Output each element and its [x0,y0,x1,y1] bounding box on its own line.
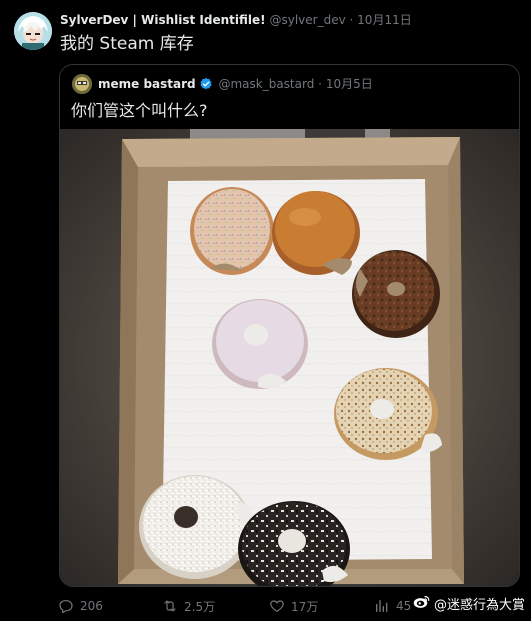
quoted-tweet-image[interactable] [60,129,519,586]
donut-sprinkle [190,187,274,275]
repost-count: 2.5万 [184,599,216,614]
reply-icon [58,598,74,614]
like-button[interactable]: 17万 [269,596,318,616]
verified-badge-icon [199,77,213,97]
quoted-author-handle[interactable]: @mask_bastard [218,77,314,91]
views-count: 45 [396,599,412,613]
reply-count: 206 [80,599,103,613]
repost-button[interactable]: 2.5万 [162,596,215,616]
author-avatar-image [14,12,52,50]
like-count: 17万 [291,599,319,614]
author-name[interactable]: SylverDev | Wishlist Identifile! [60,13,266,27]
tweet-text: 我的 Steam 库存 [60,34,194,54]
weibo-icon [413,594,431,613]
views-button[interactable]: 45 [374,596,411,616]
quoted-tweet-header: meme bastard @mask_bastard · 10月5日 [98,74,511,97]
author-avatar[interactable] [14,12,52,50]
tweet-container: SylverDev | Wishlist Identifile! @sylver… [0,0,531,621]
tweet-date[interactable]: 10月11日 [357,13,412,27]
heart-icon [269,598,285,614]
quoted-tweet-card[interactable]: meme bastard @mask_bastard · 10月5日 你们管这个… [59,64,520,587]
watermark: @迷惑行為大賞 [413,594,525,613]
header-separator: · [349,13,354,27]
donut-box-photo [60,129,519,586]
views-bars-icon [374,598,390,614]
quoted-tweet-date[interactable]: 10月5日 [326,77,373,91]
author-handle[interactable]: @sylver_dev [269,13,345,27]
reply-button[interactable]: 206 [58,596,103,616]
quoted-header-separator: · [318,77,322,91]
tweet-header: SylverDev | Wishlist Identifile! @sylver… [60,11,523,29]
repost-icon [162,598,178,614]
quoted-author-name[interactable]: meme bastard [98,77,196,91]
watermark-text: @迷惑行為大賞 [433,598,525,613]
quoted-author-avatar[interactable] [72,74,92,94]
quoted-author-avatar-image [72,74,92,94]
quoted-tweet-text: 你们管这个叫什么? [71,101,208,120]
donut-cinnamon [352,250,440,338]
donut-lavender [212,299,308,389]
donut-orange [272,191,360,275]
